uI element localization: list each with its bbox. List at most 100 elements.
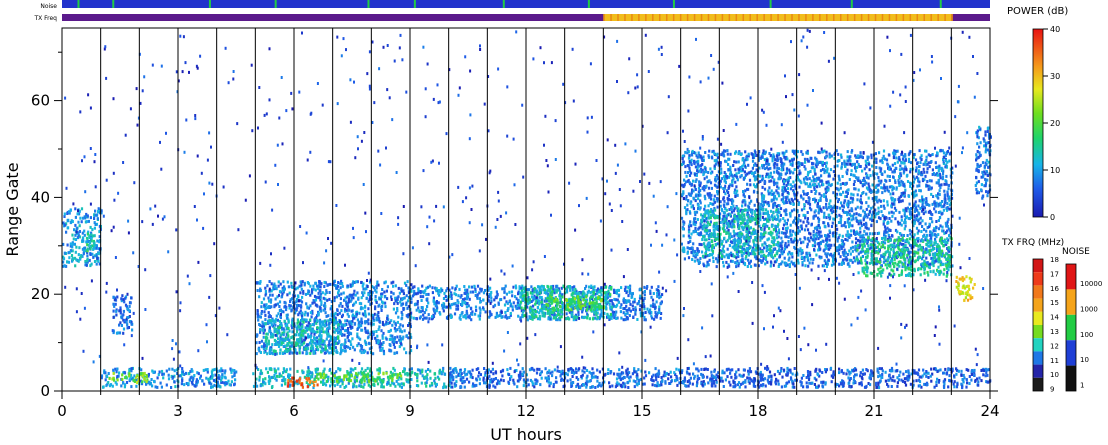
power-cell-3 (190, 380, 194, 384)
power-cell-1 (92, 241, 96, 245)
power-cell-0 (89, 253, 92, 256)
power-cell-0 (71, 245, 74, 249)
power-cell-10 (482, 298, 485, 302)
power-cell-10 (634, 310, 637, 314)
power-cell-10 (611, 302, 614, 305)
power-cell-3 (161, 372, 164, 376)
power-cell-8 (264, 290, 267, 293)
power-cell-9 (324, 347, 327, 351)
power-cell-10 (632, 308, 635, 311)
power-cell-9 (270, 323, 273, 327)
power-cell-14 (906, 173, 909, 177)
power-cell-13 (554, 380, 557, 384)
power-cell-2 (119, 311, 122, 315)
power-cell-9 (333, 330, 336, 334)
power-cell-11 (534, 310, 537, 314)
power-cell-13 (675, 367, 678, 371)
power-cell-11 (521, 291, 524, 295)
power-cell-10 (458, 287, 461, 291)
power-cell-7 (355, 372, 358, 376)
power-cell-8 (313, 294, 317, 298)
power-cell-5 (376, 368, 379, 372)
power-cell-10 (495, 311, 498, 315)
power-cell-11 (553, 316, 556, 320)
power-cell-12 (546, 304, 549, 307)
power-cell-8 (297, 295, 300, 299)
power-cell-11 (588, 298, 592, 302)
power-cell-14 (853, 162, 856, 166)
power-cell-13 (479, 373, 482, 377)
power-cell-12 (585, 295, 588, 299)
power-cell-9 (316, 319, 319, 323)
power-cell-5 (398, 383, 401, 387)
power-cell-9 (267, 339, 270, 343)
power-cell-8 (283, 287, 286, 291)
tx-freq-strip-mark (784, 14, 786, 21)
power-cell-13 (606, 372, 610, 375)
tx-freq-strip-mark (742, 14, 745, 21)
tx-freq-strip-mark (923, 14, 925, 21)
power-cell-14 (851, 245, 854, 249)
power-cell-3 (130, 367, 133, 371)
power-cell-5 (277, 367, 280, 371)
power-cell-9 (267, 342, 271, 346)
power-cell-1 (85, 236, 89, 240)
power-cell-5 (415, 384, 419, 387)
tx-freq-strip-mark (665, 14, 668, 21)
power-cell-13 (609, 370, 612, 374)
power-cell-0 (80, 220, 83, 224)
power-cell-8 (364, 313, 367, 317)
power-cell-8 (291, 330, 294, 334)
power-cell-5 (386, 381, 389, 385)
tx-freq-strip-mark (756, 14, 758, 21)
power-cell-9 (266, 352, 269, 356)
power-cell-9 (309, 324, 312, 328)
power-cell-8 (380, 342, 383, 346)
power-cell-5 (282, 376, 285, 379)
power-cell-0 (79, 216, 82, 220)
power-cell-13 (513, 382, 516, 386)
power-cell-14 (875, 166, 878, 169)
power-cell-5 (420, 381, 423, 385)
power-cell-8 (309, 284, 312, 288)
power-cell-5 (392, 366, 395, 370)
power-cell-4 (143, 378, 146, 382)
power-cell-8 (374, 305, 377, 309)
power-cell-10 (410, 297, 413, 301)
power-cell-5 (423, 375, 426, 379)
power-cell-5 (268, 376, 271, 380)
power-cell-5 (339, 379, 342, 383)
power-cell-8 (304, 292, 308, 296)
power-cell-10 (417, 306, 420, 310)
power-cell-8 (256, 289, 259, 292)
power-cell-9 (319, 335, 323, 339)
power-cell-10 (474, 312, 477, 316)
power-cell-3 (211, 368, 214, 372)
power-cell-9 (278, 320, 282, 323)
power-cell-10 (620, 316, 623, 320)
power-cell-5 (285, 370, 288, 374)
power-cell-8 (333, 296, 336, 300)
power-cell-8 (301, 311, 304, 315)
power-cell-13 (656, 372, 659, 376)
power-cell-14 (712, 198, 715, 202)
power-cell-10 (644, 311, 647, 314)
power-cell-8 (343, 333, 346, 337)
power-cell-7 (361, 376, 364, 380)
power-cell-13 (575, 367, 578, 371)
power-cell-13 (548, 369, 551, 373)
power-cell-8 (360, 317, 363, 321)
power-cell-14 (868, 185, 871, 189)
power-cell-8 (399, 323, 402, 327)
power-cell-8 (397, 286, 400, 290)
power-cell-8 (335, 295, 339, 299)
power-cell-5 (405, 378, 408, 382)
power-cell-10 (617, 300, 620, 304)
power-cell-8 (336, 284, 340, 288)
power-cell-6 (286, 384, 289, 388)
power-cell-13 (478, 377, 481, 381)
power-cell-5 (407, 380, 410, 384)
power-cell-5 (274, 377, 277, 381)
power-cell-5 (442, 366, 445, 370)
power-cell-2 (112, 315, 115, 319)
